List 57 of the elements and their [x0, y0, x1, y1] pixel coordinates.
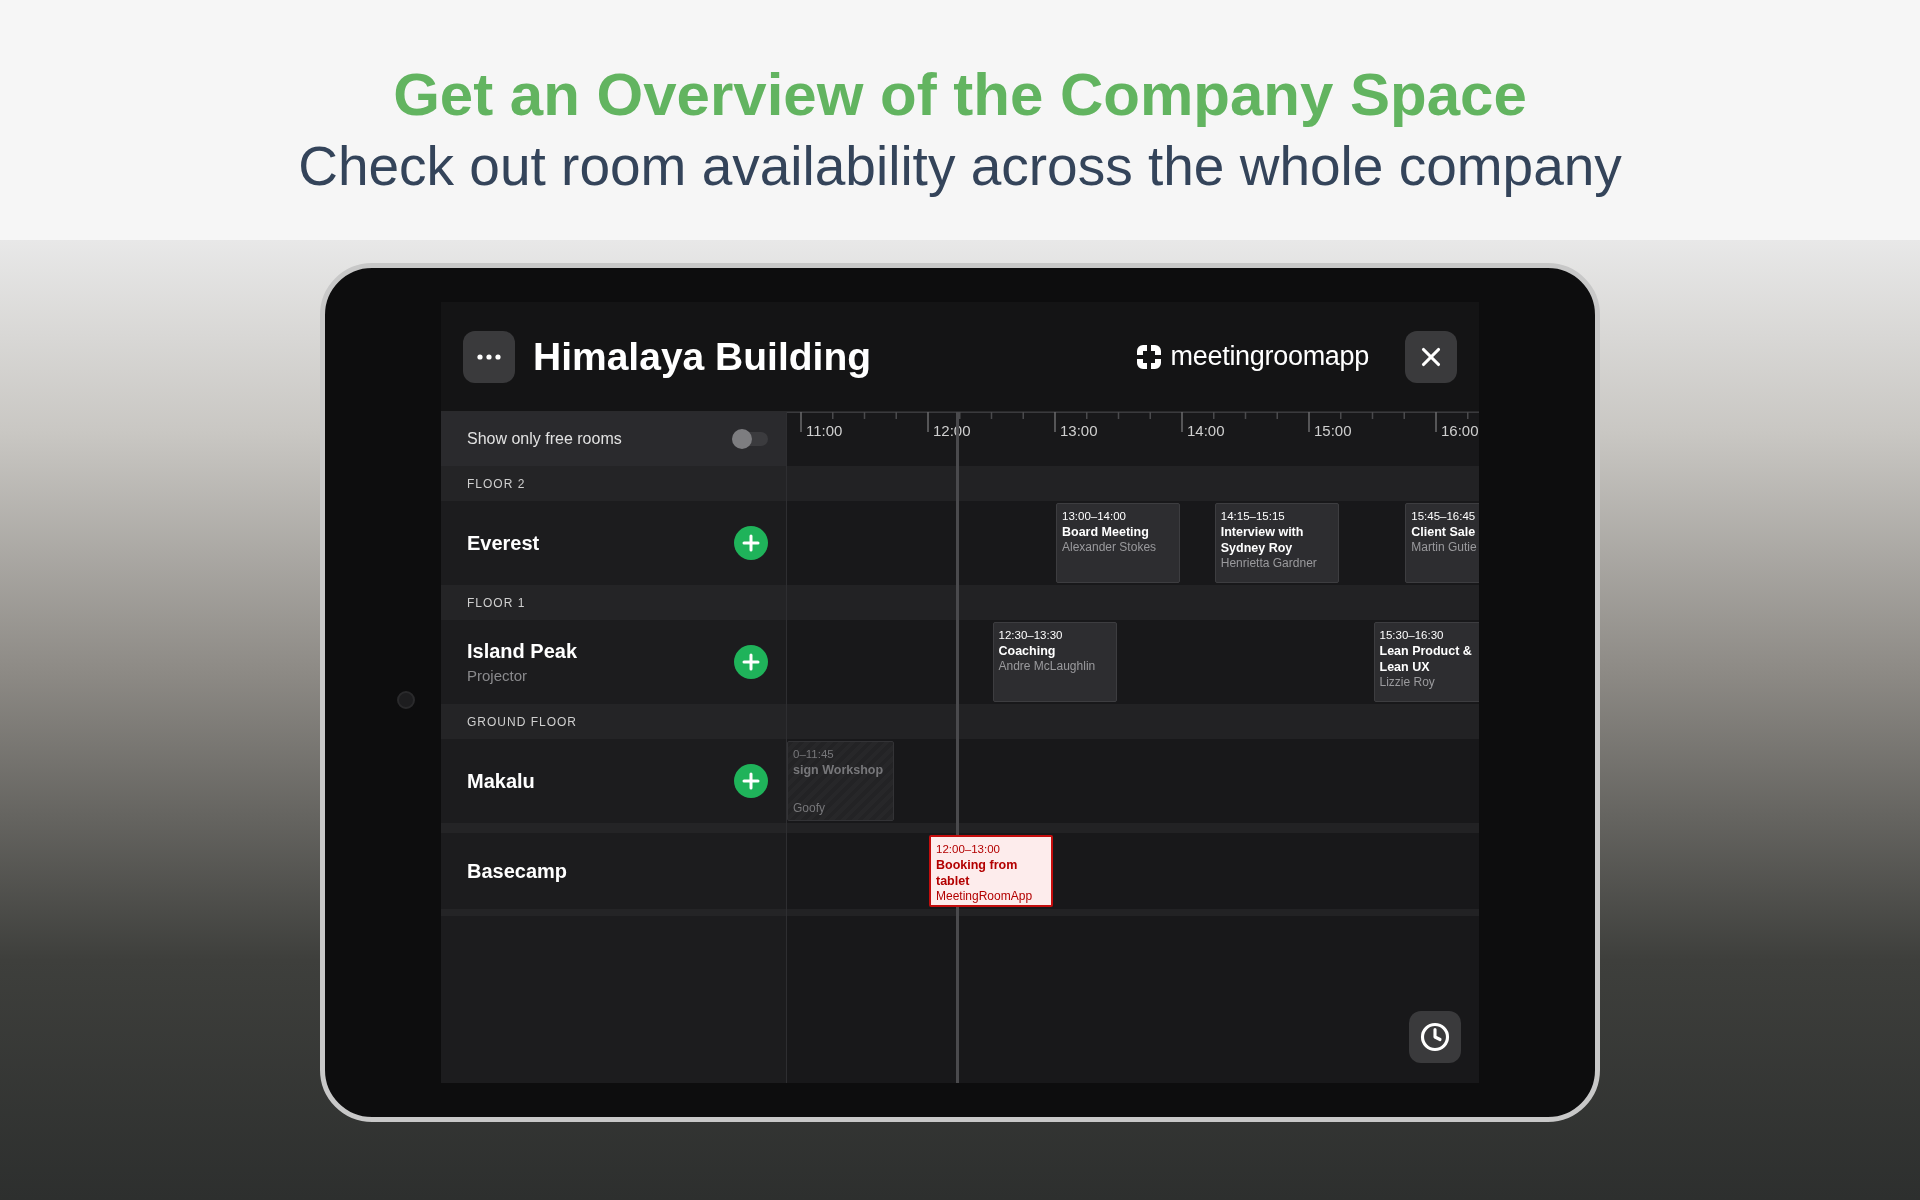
- event-time: 15:30–16:30: [1379, 628, 1445, 643]
- filter-label: Show only free rooms: [467, 430, 623, 448]
- event-time: 13:00–14:00: [1062, 509, 1127, 524]
- event-organizer: Andre McLaughlin: [998, 659, 1097, 674]
- event-time: 0–11:45: [793, 747, 835, 762]
- event-title: sign Workshop: [793, 762, 885, 778]
- event-organizer: Martin Gutie: [1411, 540, 1478, 555]
- event-time: 15:45–16:45: [1411, 509, 1477, 524]
- logo-icon: [1134, 342, 1163, 371]
- floor-label: FLOOR 2: [467, 476, 526, 491]
- logo-wordmark: meetingroomapp: [1170, 341, 1369, 372]
- more-icon: [477, 353, 501, 360]
- event-organizer: Goofy: [793, 801, 826, 816]
- floor-label: GROUND FLOOR: [467, 714, 577, 729]
- event-time: 12:00–13:00: [936, 842, 1001, 857]
- add-booking-button[interactable]: [734, 645, 768, 679]
- event-card[interactable]: 15:45–16:45 Client Sale Martin Gutie: [1405, 503, 1479, 583]
- add-booking-button[interactable]: [734, 526, 768, 560]
- floor-label: FLOOR 1: [467, 595, 526, 610]
- camera-dot: [397, 691, 415, 709]
- building-title: Himalaya Building: [533, 334, 873, 379]
- event-organizer: Henrietta Gardner: [1220, 556, 1318, 571]
- event-title: Lean Product & Lean UX: [1379, 643, 1473, 675]
- hour-label: 16:00: [1441, 422, 1479, 439]
- event-title: Interview with Sydney Roy: [1220, 524, 1305, 556]
- event-time: 14:15–15:15: [1220, 509, 1286, 524]
- event-organizer: Alexander Stokes: [1062, 540, 1158, 555]
- add-booking-button[interactable]: [734, 764, 768, 798]
- hour-label: 15:00: [1314, 422, 1352, 439]
- free-rooms-toggle[interactable]: [732, 432, 768, 446]
- event-title: Client Sale: [1411, 524, 1477, 540]
- clock-icon: [1420, 1022, 1450, 1052]
- event-card[interactable]: 12:30–13:30 Coaching Andre McLaughlin: [992, 622, 1117, 702]
- event-card[interactable]: 13:00–14:00 Board Meeting Alexander Stokes: [1056, 503, 1180, 583]
- event-organizer: MeetingRoomApp: [936, 889, 1034, 904]
- room-name: Everest: [467, 531, 541, 555]
- hour-label: 14:00: [1187, 422, 1225, 439]
- subheadline: Check out room availability across the whole company: [298, 136, 1622, 197]
- event-card[interactable]: 14:15–15:15 Interview with Sydney Roy Henrietta Gardner: [1214, 503, 1339, 583]
- room-name: Makalu: [467, 769, 536, 793]
- hour-label: 13:00: [1060, 422, 1098, 439]
- room-feature: Projector: [467, 667, 529, 684]
- clock-button[interactable]: [1409, 1011, 1461, 1063]
- event-card[interactable]: 15:30–16:30 Lean Product & Lean UX Lizzie Roy: [1373, 622, 1479, 702]
- close-button[interactable]: [1405, 330, 1457, 383]
- event-title: Board Meeting: [1062, 524, 1150, 540]
- headline: Get an Overview of the Company Space: [393, 62, 1527, 128]
- event-card[interactable]: 0–11:45 sign Workshop Goofy: [787, 741, 895, 821]
- event-title: Coaching: [998, 643, 1057, 659]
- room-name: Island Peak: [467, 640, 579, 663]
- event-organizer: Lizzie Roy: [1379, 675, 1436, 690]
- more-button[interactable]: [463, 330, 515, 383]
- event-card[interactable]: 12:00–13:00 Booking from tablet MeetingRoomApp: [929, 835, 1053, 907]
- hour-label: 11:00: [806, 422, 843, 439]
- room-name: Basecamp: [467, 859, 569, 883]
- event-time: 12:30–13:30: [998, 628, 1064, 643]
- event-title: Booking from tablet: [936, 857, 1019, 889]
